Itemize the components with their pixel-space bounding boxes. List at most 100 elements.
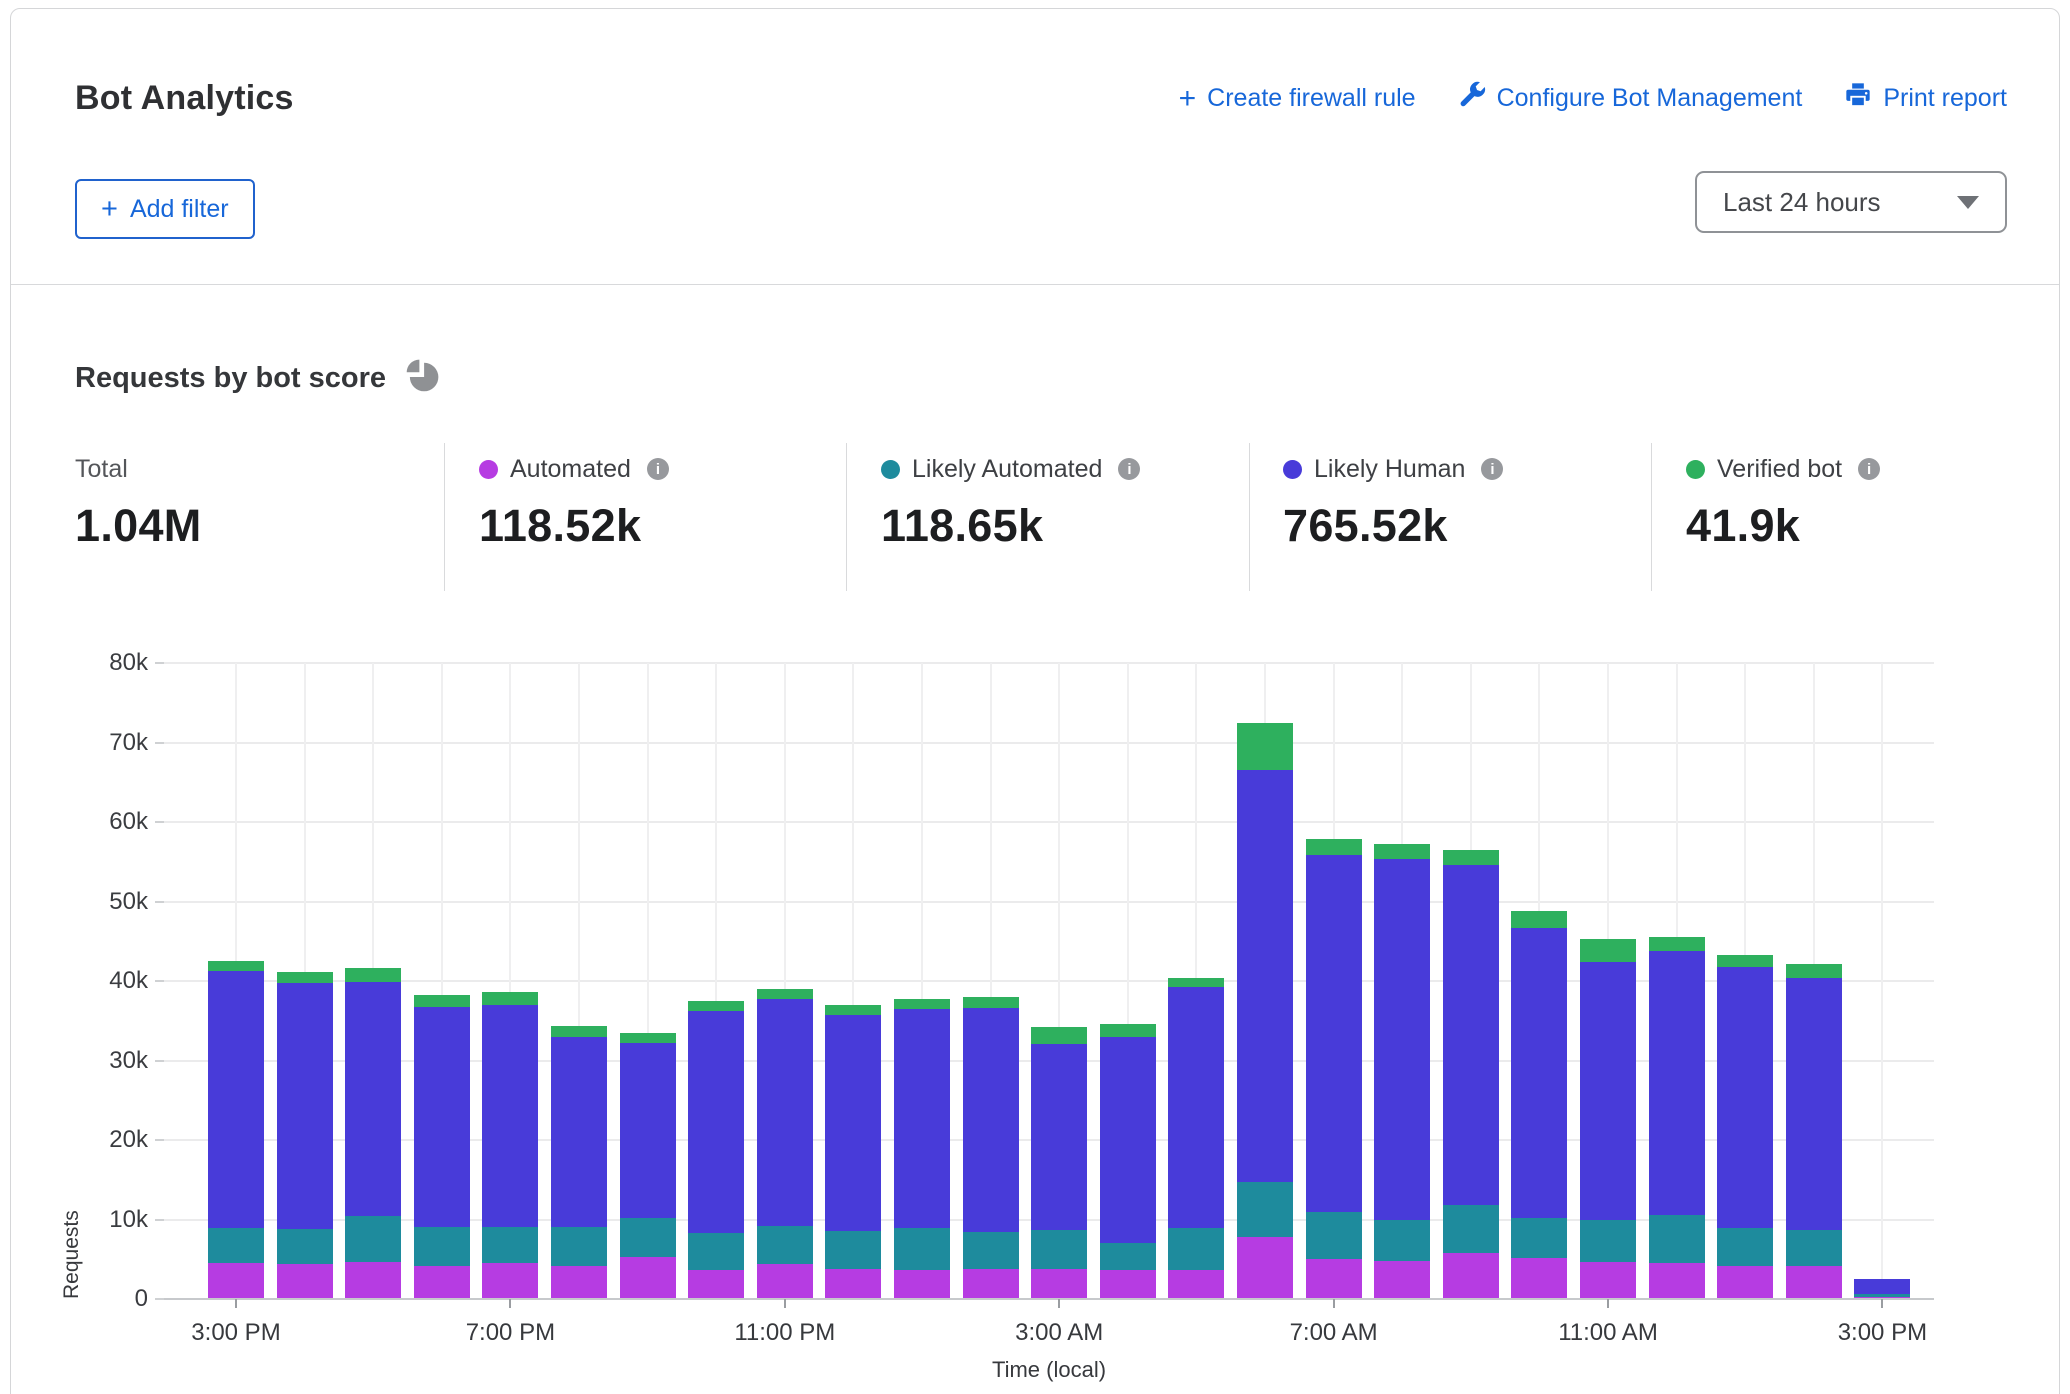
bar-segment-verified-bot[interactable]: [1717, 955, 1773, 967]
bar-segment-automated[interactable]: [1717, 1266, 1773, 1299]
bar-segment-likely-automated[interactable]: [1168, 1228, 1224, 1270]
bar-segment-verified-bot[interactable]: [345, 968, 401, 982]
bar-segment-likely-automated[interactable]: [1306, 1212, 1362, 1259]
chart-bar[interactable]: [757, 989, 813, 1299]
bar-segment-verified-bot[interactable]: [1511, 911, 1567, 928]
bar-segment-verified-bot[interactable]: [277, 972, 333, 984]
bar-segment-likely-human[interactable]: [825, 1015, 881, 1231]
add-filter-button[interactable]: + Add filter: [75, 179, 255, 239]
bar-segment-likely-human[interactable]: [1100, 1037, 1156, 1243]
bar-segment-automated[interactable]: [1237, 1237, 1293, 1299]
chart-bar[interactable]: [345, 968, 401, 1299]
bar-segment-likely-automated[interactable]: [688, 1233, 744, 1270]
chart-bar[interactable]: [414, 995, 470, 1299]
bar-segment-verified-bot[interactable]: [1237, 723, 1293, 770]
bar-segment-likely-automated[interactable]: [894, 1228, 950, 1269]
bar-segment-automated[interactable]: [208, 1263, 264, 1299]
bar-segment-likely-automated[interactable]: [1100, 1243, 1156, 1271]
bar-segment-likely-human[interactable]: [1649, 951, 1705, 1215]
bar-segment-likely-automated[interactable]: [551, 1227, 607, 1266]
bar-segment-likely-human[interactable]: [963, 1008, 1019, 1232]
bar-segment-verified-bot[interactable]: [482, 992, 538, 1005]
bar-segment-likely-human[interactable]: [1443, 865, 1499, 1205]
bar-segment-automated[interactable]: [1580, 1262, 1636, 1299]
bar-segment-verified-bot[interactable]: [1443, 850, 1499, 865]
bar-segment-likely-automated[interactable]: [345, 1216, 401, 1262]
chart-bar[interactable]: [1168, 978, 1224, 1299]
bar-segment-automated[interactable]: [688, 1270, 744, 1299]
bar-segment-verified-bot[interactable]: [208, 961, 264, 971]
bar-segment-likely-automated[interactable]: [620, 1218, 676, 1257]
print-report-link[interactable]: Print report: [1844, 81, 2007, 116]
info-icon[interactable]: i: [647, 458, 669, 480]
bar-segment-likely-automated[interactable]: [277, 1229, 333, 1264]
bar-segment-likely-human[interactable]: [551, 1037, 607, 1228]
bar-segment-automated[interactable]: [757, 1264, 813, 1299]
chart-bar[interactable]: [551, 1026, 607, 1299]
bar-segment-automated[interactable]: [345, 1262, 401, 1299]
chart-bar[interactable]: [1031, 1027, 1087, 1299]
bar-segment-automated[interactable]: [1511, 1258, 1567, 1299]
bar-segment-automated[interactable]: [963, 1269, 1019, 1299]
bar-segment-automated[interactable]: [1168, 1270, 1224, 1299]
bar-segment-automated[interactable]: [825, 1269, 881, 1299]
bar-segment-automated[interactable]: [1374, 1261, 1430, 1299]
bar-segment-likely-human[interactable]: [345, 982, 401, 1216]
bar-segment-likely-human[interactable]: [1237, 770, 1293, 1182]
bar-segment-automated[interactable]: [1649, 1263, 1705, 1299]
chart-bar[interactable]: [1100, 1024, 1156, 1299]
chart-bar[interactable]: [1237, 723, 1293, 1299]
bar-segment-likely-automated[interactable]: [1443, 1205, 1499, 1253]
bar-segment-likely-human[interactable]: [1580, 962, 1636, 1220]
bar-segment-likely-human[interactable]: [414, 1007, 470, 1227]
bar-segment-likely-automated[interactable]: [1649, 1215, 1705, 1263]
chart-bar[interactable]: [1649, 937, 1705, 1299]
bar-segment-automated[interactable]: [414, 1266, 470, 1299]
bar-segment-likely-automated[interactable]: [825, 1231, 881, 1268]
bar-segment-verified-bot[interactable]: [1649, 937, 1705, 951]
bar-segment-automated[interactable]: [482, 1263, 538, 1299]
bar-segment-verified-bot[interactable]: [1031, 1027, 1087, 1044]
chart-bar[interactable]: [688, 1001, 744, 1299]
bar-segment-likely-human[interactable]: [1031, 1044, 1087, 1230]
chart-bar[interactable]: [482, 992, 538, 1299]
bar-segment-likely-automated[interactable]: [1786, 1230, 1842, 1267]
bar-segment-likely-automated[interactable]: [208, 1228, 264, 1263]
chart-bar[interactable]: [825, 1005, 881, 1299]
chart-bar[interactable]: [963, 997, 1019, 1299]
bar-segment-likely-human[interactable]: [1168, 987, 1224, 1228]
bar-segment-automated[interactable]: [620, 1257, 676, 1299]
bar-segment-likely-automated[interactable]: [1511, 1218, 1567, 1258]
time-range-select[interactable]: Last 24 hours: [1695, 171, 2007, 233]
bar-segment-likely-human[interactable]: [277, 983, 333, 1229]
bar-segment-likely-automated[interactable]: [414, 1227, 470, 1266]
info-icon[interactable]: i: [1481, 458, 1503, 480]
chart-bar[interactable]: [1854, 1279, 1910, 1299]
create-firewall-rule-link[interactable]: + Create firewall rule: [1179, 84, 1416, 113]
chart-bar[interactable]: [1511, 911, 1567, 1299]
bar-segment-verified-bot[interactable]: [551, 1026, 607, 1036]
bar-segment-verified-bot[interactable]: [1374, 844, 1430, 860]
bar-segment-verified-bot[interactable]: [1580, 939, 1636, 962]
chart-bar[interactable]: [1717, 955, 1773, 1299]
bar-segment-verified-bot[interactable]: [620, 1033, 676, 1043]
bar-segment-likely-automated[interactable]: [1031, 1230, 1087, 1269]
chart-bar[interactable]: [277, 972, 333, 1300]
bar-segment-automated[interactable]: [551, 1266, 607, 1299]
bar-segment-likely-human[interactable]: [1786, 978, 1842, 1230]
bar-segment-likely-human[interactable]: [1717, 967, 1773, 1229]
bar-segment-likely-human[interactable]: [757, 999, 813, 1226]
bar-segment-automated[interactable]: [277, 1264, 333, 1299]
bar-segment-likely-human[interactable]: [1306, 855, 1362, 1212]
chart-bar[interactable]: [1786, 964, 1842, 1299]
chart-bar[interactable]: [1443, 850, 1499, 1299]
bar-segment-verified-bot[interactable]: [414, 995, 470, 1008]
configure-bot-management-link[interactable]: Configure Bot Management: [1458, 81, 1803, 116]
chart-bar[interactable]: [1306, 839, 1362, 1299]
bar-segment-verified-bot[interactable]: [1786, 964, 1842, 978]
bar-segment-automated[interactable]: [894, 1270, 950, 1299]
bar-segment-likely-human[interactable]: [620, 1043, 676, 1218]
bar-segment-likely-human[interactable]: [482, 1005, 538, 1227]
bar-segment-likely-automated[interactable]: [1374, 1220, 1430, 1261]
bar-segment-automated[interactable]: [1100, 1270, 1156, 1299]
